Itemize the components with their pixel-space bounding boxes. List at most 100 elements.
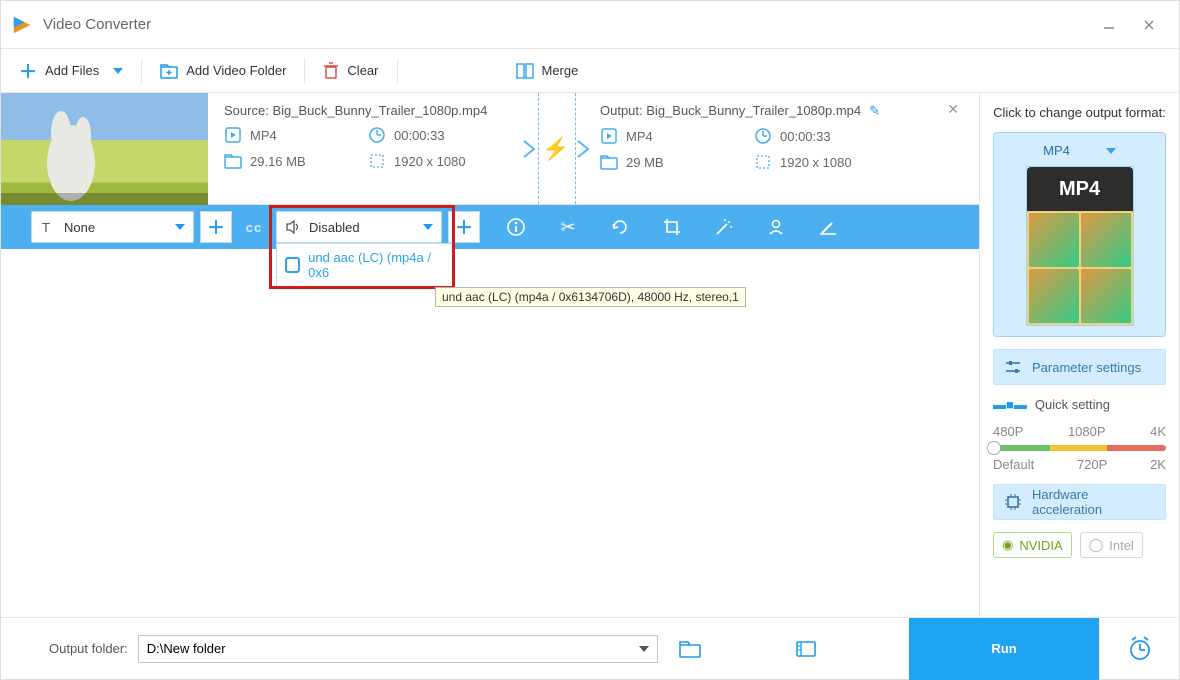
chevron-down-icon[interactable] xyxy=(639,646,649,652)
add-files-button[interactable]: ＋ Add Files xyxy=(1,49,141,93)
quick-setting-label: Quick setting xyxy=(1035,397,1110,412)
preset-labels-top: 480P 1080P 4K xyxy=(993,424,1166,439)
chevron-right-icon xyxy=(522,139,536,159)
audio-select[interactable]: Disabled xyxy=(276,211,442,243)
intel-chip[interactable]: ◯Intel xyxy=(1080,532,1143,558)
subtitle-select[interactable]: T None xyxy=(31,211,194,243)
hw-label: Hardware acceleration xyxy=(1032,487,1155,517)
source-column: Source: Big_Buck_Bunny_Trailer_1080p.mp4… xyxy=(208,93,528,204)
rotate-button[interactable] xyxy=(608,215,632,239)
output-format-card[interactable]: MP4 MP4 xyxy=(993,132,1166,337)
schedule-button[interactable] xyxy=(1099,618,1179,680)
folder-icon xyxy=(600,154,618,170)
add-folder-button[interactable]: Add Video Folder xyxy=(142,49,304,93)
folder-plus-icon xyxy=(160,63,178,79)
edit-tools: ✂ xyxy=(504,215,840,239)
chevron-down-icon[interactable] xyxy=(1106,148,1116,154)
side-title: Click to change output format: xyxy=(993,105,1166,120)
effects-button[interactable] xyxy=(712,215,736,239)
job-toolstrip: T None ＋ cc Disabled und aac (LC) ( xyxy=(1,205,979,249)
source-format: MP4 xyxy=(224,126,368,144)
slider-knob[interactable] xyxy=(987,441,1001,455)
output-prefix: Output: xyxy=(600,103,643,118)
job-item[interactable]: Source: Big_Buck_Bunny_Trailer_1080p.mp4… xyxy=(1,93,979,205)
speaker-icon xyxy=(285,219,301,235)
hw-vendor-chips: ◉NVIDIA ◯Intel xyxy=(993,532,1166,558)
remove-job-button[interactable]: ✕ xyxy=(947,101,959,118)
plus-icon: ＋ xyxy=(19,58,37,84)
crop-button[interactable] xyxy=(660,215,684,239)
merge-button[interactable]: Merge xyxy=(498,49,597,93)
chevron-right-icon xyxy=(576,139,590,159)
chip-icon xyxy=(1004,493,1022,511)
merge-icon xyxy=(516,63,534,79)
output-size: 29 MB xyxy=(600,153,754,171)
plus-icon: ＋ xyxy=(207,214,225,240)
clear-button[interactable]: Clear xyxy=(305,49,396,93)
minimize-button[interactable] xyxy=(1089,9,1129,41)
video-thumbnail[interactable] xyxy=(1,93,208,205)
svg-text:T: T xyxy=(42,220,50,235)
side-panel: Click to change output format: MP4 MP4 P… xyxy=(979,93,1179,617)
watermark-button[interactable] xyxy=(764,215,788,239)
audio-option-label: und aac (LC) (mp4a / 0x6 xyxy=(308,250,445,280)
app-logo-icon xyxy=(11,14,33,36)
resolution-icon xyxy=(368,152,386,170)
close-button[interactable] xyxy=(1129,9,1169,41)
format-name: MP4 xyxy=(1043,143,1070,158)
preset-labels-bottom: Default 720P 2K xyxy=(993,457,1166,472)
output-duration: 00:00:33 xyxy=(754,127,908,145)
parameter-settings-button[interactable]: Parameter settings xyxy=(993,349,1166,385)
titlebar: Video Converter xyxy=(1,1,1179,49)
output-resolution: 1920 x 1080 xyxy=(754,153,908,171)
intel-icon: ◯ xyxy=(1089,537,1104,553)
hardware-accel-button[interactable]: Hardware acceleration xyxy=(993,484,1166,520)
job-list: Source: Big_Buck_Bunny_Trailer_1080p.mp4… xyxy=(1,93,979,617)
chevron-down-icon xyxy=(423,224,433,230)
chevron-down-icon[interactable] xyxy=(113,68,123,74)
clear-label: Clear xyxy=(347,63,378,78)
edit-output-button[interactable]: ✎ xyxy=(869,103,880,118)
cc-button[interactable]: cc xyxy=(238,211,270,243)
open-folder-button[interactable] xyxy=(788,631,824,667)
quick-setting-header: ▬■▬ Quick setting xyxy=(993,397,1166,412)
text-icon: T xyxy=(40,219,56,235)
add-subtitle-button[interactable]: ＋ xyxy=(200,211,232,243)
add-files-label: Add Files xyxy=(45,63,99,78)
lightning-icon: ⚡ xyxy=(542,136,569,162)
run-button[interactable]: Run xyxy=(909,618,1099,680)
app-title: Video Converter xyxy=(43,16,1089,33)
format-thumbnail: MP4 xyxy=(1026,166,1134,326)
conversion-indicator: ⚡ xyxy=(528,93,584,204)
source-size: 29.16 MB xyxy=(224,152,368,170)
nvidia-chip[interactable]: ◉NVIDIA xyxy=(993,532,1072,558)
format-icon xyxy=(224,126,242,144)
source-resolution: 1920 x 1080 xyxy=(368,152,512,170)
source-prefix: Source: xyxy=(224,103,269,118)
nvidia-icon: ◉ xyxy=(1002,537,1013,553)
enhance-button[interactable] xyxy=(816,215,840,239)
folder-icon xyxy=(224,153,242,169)
output-folder-path: D:\New folder xyxy=(147,641,226,656)
source-line: Source: Big_Buck_Bunny_Trailer_1080p.mp4 xyxy=(224,103,512,118)
audio-dropdown-option[interactable]: und aac (LC) (mp4a / 0x6 xyxy=(276,243,454,287)
add-folder-label: Add Video Folder xyxy=(186,63,286,78)
app-window: Video Converter ＋ Add Files Add Video Fo… xyxy=(0,0,1180,680)
clock-icon xyxy=(754,127,772,145)
output-folder-label: Output folder: xyxy=(49,641,128,656)
chevron-down-icon xyxy=(175,224,185,230)
quality-slider[interactable] xyxy=(993,445,1166,451)
output-filename: Big_Buck_Bunny_Trailer_1080p.mp4 xyxy=(646,103,861,118)
info-button[interactable] xyxy=(504,215,528,239)
audio-tooltip: und aac (LC) (mp4a / 0x6134706D), 48000 … xyxy=(435,287,746,307)
checkbox-icon[interactable] xyxy=(285,257,300,273)
add-audio-button[interactable]: ＋ xyxy=(448,211,480,243)
output-folder-input[interactable]: D:\New folder xyxy=(138,635,658,663)
output-line: Output: Big_Buck_Bunny_Trailer_1080p.mp4… xyxy=(600,103,908,119)
plus-icon: ＋ xyxy=(455,214,473,240)
cut-button[interactable]: ✂ xyxy=(556,215,580,239)
browse-folder-button[interactable] xyxy=(672,631,708,667)
trash-icon xyxy=(323,62,339,80)
node-icon: ▬■▬ xyxy=(993,397,1027,412)
source-filename: Big_Buck_Bunny_Trailer_1080p.mp4 xyxy=(272,103,487,118)
